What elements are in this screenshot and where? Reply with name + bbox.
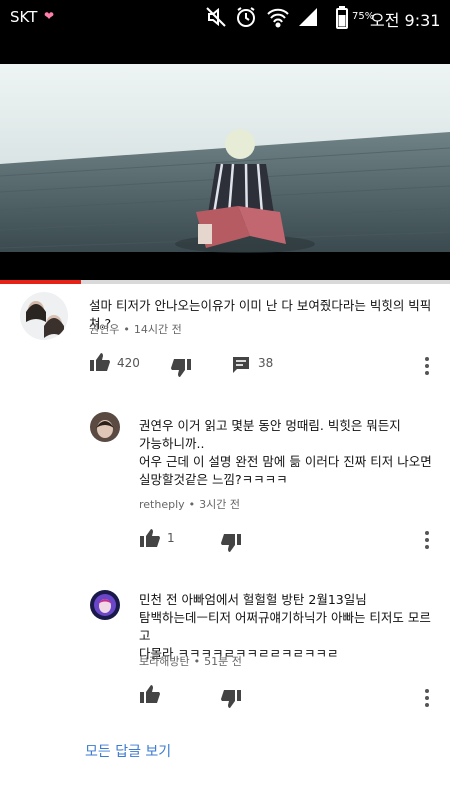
like-icon[interactable] [139,528,161,548]
reply-author[interactable]: retheply [139,498,185,511]
battery-icon [336,6,348,29]
status-bar: SKT ❤ 75% 오전 9:31 [0,0,450,36]
heart-emoji-icon: ❤ [44,9,55,23]
avatar[interactable] [90,590,120,620]
avatar[interactable] [90,412,120,442]
video-progress-bar[interactable] [0,280,450,284]
reply-meta: retheply • 3시간 전 [139,498,241,511]
video-progress-fill [0,280,81,284]
dislike-icon[interactable] [220,533,242,553]
alarm-icon [237,7,255,27]
signal-icon [299,8,317,26]
dislike-icon[interactable] [220,689,242,709]
video-player[interactable] [0,36,450,280]
comment-meta: 권연우 • 14시간 전 [89,323,182,336]
more-options-icon[interactable] [425,357,431,378]
carrier-label: SKT [10,8,38,26]
clock: 오전 9:31 [370,11,441,30]
avatar[interactable] [20,292,68,340]
reply-count: 38 [258,356,274,370]
reply-author[interactable]: 보라해방탄 [139,655,190,668]
wifi-icon [267,8,289,28]
more-options-icon[interactable] [425,689,431,710]
comment-author[interactable]: 권연우 [89,323,119,336]
reply-text: 권연우 이거 읽고 몇분 동안 멍때림. 빅힛은 뭐든지 가능하니까.. 어우 … [139,418,432,487]
like-count: 420 [117,356,140,370]
mute-icon [206,7,226,27]
like-icon[interactable] [89,352,111,372]
comment-time: 14시간 전 [133,323,182,336]
reply-time: 51분 전 [204,655,242,668]
reply-icon[interactable] [231,355,251,375]
more-options-icon[interactable] [425,531,431,552]
dislike-icon[interactable] [170,358,192,378]
like-icon[interactable] [139,684,161,704]
view-all-replies-link[interactable]: 모든 답글 보기 [85,741,171,761]
like-count: 1 [167,531,175,545]
video-frame [0,64,450,253]
reply-meta: 보라해방탄 • 51분 전 [139,655,242,668]
reply-time: 3시간 전 [199,498,241,511]
